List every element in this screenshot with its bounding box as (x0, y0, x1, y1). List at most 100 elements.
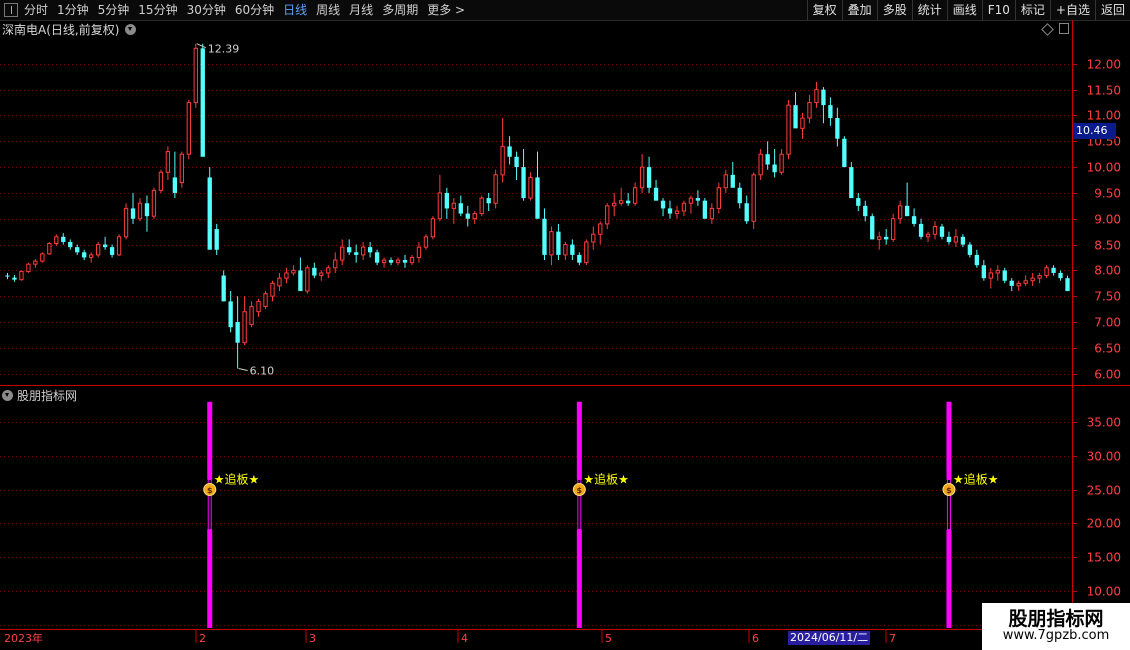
candle-body (535, 177, 540, 219)
candle-body (360, 246, 366, 256)
indicator-tick-label: 20.00 (1087, 517, 1121, 531)
candle-body (1037, 275, 1042, 279)
candle-body (981, 265, 986, 279)
candle-body (828, 105, 833, 119)
candle-body (486, 198, 491, 204)
candle-body (374, 252, 380, 263)
candle-body (911, 216, 917, 224)
candle-body (263, 293, 268, 308)
candle-body (835, 118, 840, 139)
candle-body (319, 272, 324, 277)
indicator-tick-label: 10.00 (1087, 585, 1121, 599)
money-bag-icon-glyph: $ (577, 486, 583, 495)
candle-body (974, 254, 980, 266)
candle-body (605, 205, 610, 225)
candle-body (988, 272, 993, 279)
candle-body (102, 244, 108, 248)
candle-body (75, 247, 80, 253)
candle-body (709, 207, 715, 220)
candle-body (340, 246, 345, 261)
candle-body (758, 153, 763, 176)
candle-body (793, 105, 798, 129)
candle-body (507, 146, 512, 157)
signal-label: ★追板★ (953, 472, 999, 487)
x-axis-label: 3 (309, 632, 316, 645)
candle-body (1058, 272, 1063, 279)
candle-body (1051, 267, 1056, 273)
candle-body (870, 216, 875, 240)
candle-body (1030, 277, 1035, 282)
price-tick-label: 11.50 (1087, 84, 1121, 98)
high-pointer (196, 43, 206, 49)
signal-label: ★追板★ (583, 472, 629, 487)
chart-canvas[interactable]: 6.00 6.50 7.00 7.50 8.00 8.50 9.00 9.50 10.00 10.… (0, 0, 1130, 650)
candle-body (109, 247, 115, 255)
price-tick-label: 9.00 (1094, 213, 1121, 227)
candle-body (549, 231, 554, 256)
x-axis-label: 5 (605, 632, 612, 645)
candle-body (277, 277, 282, 287)
candle-body (625, 200, 631, 204)
x-axis-label: 2 (199, 632, 206, 645)
candle-body (598, 223, 603, 235)
money-bag-icon-glyph: $ (207, 486, 213, 495)
candle-body (1002, 270, 1007, 281)
candle-body (333, 259, 338, 269)
candle-body (381, 259, 387, 264)
candle-body (939, 226, 945, 237)
candle-body (235, 322, 240, 343)
candle-body (444, 192, 450, 209)
candle-body (772, 164, 777, 173)
candle-body (158, 171, 164, 191)
candle-body (500, 145, 505, 176)
candle-body (932, 225, 938, 235)
candle-body (326, 267, 331, 274)
signal-bar (576, 529, 582, 628)
price-tick-label: 9.50 (1094, 187, 1121, 201)
candle-body (151, 189, 157, 217)
candle-body (354, 252, 359, 255)
indicator-tick-label: 30.00 (1087, 450, 1121, 464)
candle-body (960, 236, 966, 245)
signal-bar (946, 401, 952, 480)
candle-body (786, 104, 791, 155)
candle-body (123, 207, 129, 238)
candle-body (305, 267, 310, 292)
candle-body (688, 197, 694, 204)
candle-body (402, 260, 408, 263)
candle-body (514, 156, 519, 168)
candle-body (1023, 280, 1028, 284)
candle-body (26, 263, 31, 272)
candle-body (639, 166, 645, 189)
candle-body (1065, 278, 1070, 292)
candle-body (61, 236, 66, 242)
candle-body (116, 236, 122, 256)
x-axis-label: 6 (752, 632, 759, 645)
indicator-tick-label: 25.00 (1087, 484, 1121, 498)
candle-body (207, 177, 212, 250)
current-price-badge: 10.46 (1073, 123, 1116, 139)
candle-body (591, 233, 596, 243)
candle-body (89, 254, 94, 258)
candle-body (953, 236, 959, 243)
price-tick-label: 6.50 (1094, 342, 1121, 356)
signal-label: ★追板★ (214, 472, 260, 487)
signal-bar (207, 529, 213, 628)
money-bag-icon-glyph: $ (946, 486, 952, 495)
candle-body (1016, 282, 1021, 287)
candle-body (270, 282, 275, 297)
candle-body (856, 198, 861, 206)
candle-body (842, 138, 847, 168)
candle-body (228, 301, 233, 328)
candle-body (995, 269, 1000, 274)
candle-body (395, 259, 401, 264)
candle-body (632, 187, 638, 204)
candle-body (674, 210, 680, 215)
candle-body (416, 246, 422, 258)
candle-body (821, 89, 826, 106)
candle-body (807, 102, 812, 119)
x-axis-label: 7 (889, 632, 896, 645)
high-label: 12.39 (208, 43, 240, 56)
candle-body (33, 260, 38, 265)
indicator-tick-label: 15.00 (1087, 551, 1121, 565)
